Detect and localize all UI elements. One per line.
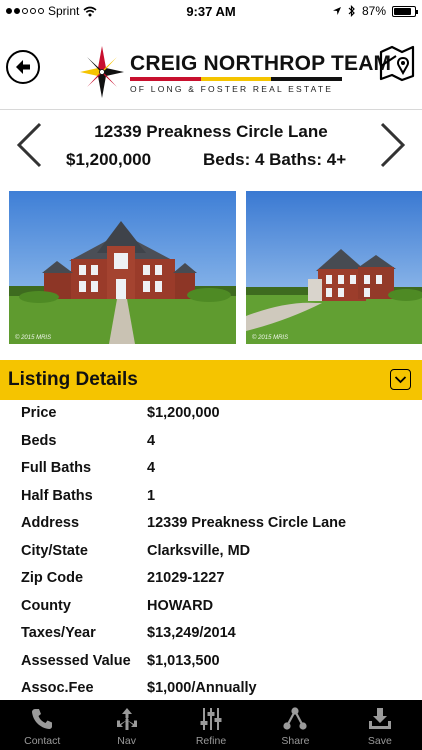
collapse-toggle-button[interactable] — [390, 369, 411, 390]
detail-label: Half Baths — [21, 487, 93, 504]
detail-label: Address — [21, 515, 80, 531]
detail-value: 4 — [147, 432, 156, 449]
tab-label: Nav — [117, 735, 136, 747]
detail-label: Assoc.Fee — [21, 680, 94, 696]
detail-row-city-state: City/State Clarksville, MD — [0, 538, 422, 566]
logo-color-bar — [130, 77, 343, 81]
listing-details-table: Price $1,200,000 Beds 4 Full Baths 4 Hal… — [0, 400, 422, 703]
photo-watermark: © 2015 MRIS — [252, 335, 289, 341]
listing-details-header[interactable]: Listing Details — [0, 360, 422, 400]
battery-fill — [394, 7, 412, 15]
listing-photo-front[interactable]: © 2015 MRIS — [9, 191, 236, 344]
back-button[interactable] — [6, 50, 40, 84]
tab-contact[interactable]: Contact — [0, 700, 84, 750]
download-icon — [368, 708, 391, 729]
photo-watermark: © 2015 MRIS — [15, 335, 52, 341]
detail-label: City/State — [21, 542, 88, 559]
detail-row-address: Address 12339 Preakness Circle Lane — [0, 510, 422, 538]
detail-value: Clarksville, MD — [147, 542, 251, 559]
logo-title: CREIG NORTHROP TEAM — [130, 52, 392, 75]
detail-row-zip-code: Zip Code 21029-1227 — [0, 565, 422, 593]
logo-subtitle: OF LONG & FOSTER REAL ESTATE — [130, 84, 334, 94]
detail-value: 21029-1227 — [147, 570, 225, 586]
detail-label: Full Baths — [21, 460, 92, 476]
tab-label: Contact — [24, 735, 61, 747]
detail-row-full-baths: Full Baths 4 — [0, 455, 422, 483]
detail-row-price: Price $1,200,000 — [0, 400, 422, 428]
compass-star-icon — [80, 46, 124, 98]
tab-nav[interactable]: Nav — [84, 700, 168, 750]
detail-row-county: County HOWARD — [0, 593, 422, 621]
detail-label: County — [21, 597, 71, 614]
detail-row-assessed-value: Assessed Value $1,013,500 — [0, 648, 422, 676]
listing-beds-baths: Beds: 4 Baths: 4+ — [203, 150, 347, 169]
listing-price: $1,200,000 — [66, 150, 152, 169]
detail-label: Assessed Value — [21, 652, 131, 669]
tab-label: Refine — [195, 735, 227, 747]
battery-icon — [392, 5, 418, 17]
tab-refine[interactable]: Refine — [169, 700, 253, 750]
detail-label: Zip Code — [21, 570, 84, 586]
map-button[interactable] — [378, 44, 416, 82]
detail-row-assoc-fee: Assoc.Fee $1,000/Annually — [0, 675, 422, 703]
share-icon — [283, 707, 308, 730]
detail-label: Price — [21, 405, 57, 421]
tab-label: Share — [281, 735, 310, 747]
detail-value: $1,000/Annually — [147, 680, 257, 696]
detail-value: $1,200,000 — [147, 405, 220, 421]
listing-photo-side[interactable]: © 2015 MRIS — [246, 191, 422, 344]
detail-value: 12339 Preakness Circle Lane — [147, 515, 347, 531]
location-arrow-icon — [332, 7, 341, 15]
brand-logo: CREIG NORTHROP TEAM OF LONG & FOSTER REA… — [80, 44, 391, 100]
detail-value: $13,249/2014 — [147, 625, 236, 641]
house-side-image — [246, 191, 422, 344]
detail-row-half-baths: Half Baths 1 — [0, 483, 422, 511]
back-arrow-icon — [16, 60, 30, 74]
detail-value: 1 — [147, 487, 156, 504]
tab-label: Save — [367, 735, 392, 747]
chevron-down-icon — [394, 376, 407, 384]
listing-details-title: Listing Details — [8, 369, 138, 390]
sliders-icon — [200, 708, 222, 730]
detail-label: Beds — [21, 432, 57, 449]
next-listing-button[interactable] — [378, 121, 408, 169]
arrows-icon — [116, 708, 137, 730]
detail-value: 4 — [147, 460, 156, 476]
map-pin-icon — [379, 45, 415, 82]
property-summary: 12339 Preakness Circle Lane $1,200,000 B… — [0, 111, 422, 183]
detail-row-beds: Beds 4 — [0, 428, 422, 456]
status-right: 87% — [332, 4, 418, 18]
detail-value: HOWARD — [147, 597, 214, 614]
phone-icon — [32, 709, 53, 729]
app-header: CREIG NORTHROP TEAM OF LONG & FOSTER REA… — [0, 22, 422, 110]
listing-address: 12339 Preakness Circle Lane — [94, 122, 328, 141]
detail-value: $1,013,500 — [147, 652, 220, 669]
bluetooth-icon — [348, 5, 355, 17]
status-bar: Sprint 9:37 AM 87% — [0, 0, 422, 22]
battery-percent: 87% — [361, 4, 386, 18]
tab-share[interactable]: Share — [253, 700, 337, 750]
detail-label: Taxes/Year — [21, 625, 96, 641]
bottom-tab-bar: Contact Nav Refine Share Save — [0, 700, 422, 750]
chevron-right-icon — [380, 122, 406, 168]
detail-row-taxes-year: Taxes/Year $13,249/2014 — [0, 620, 422, 648]
tab-save[interactable]: Save — [338, 700, 422, 750]
house-front-image — [9, 191, 236, 344]
